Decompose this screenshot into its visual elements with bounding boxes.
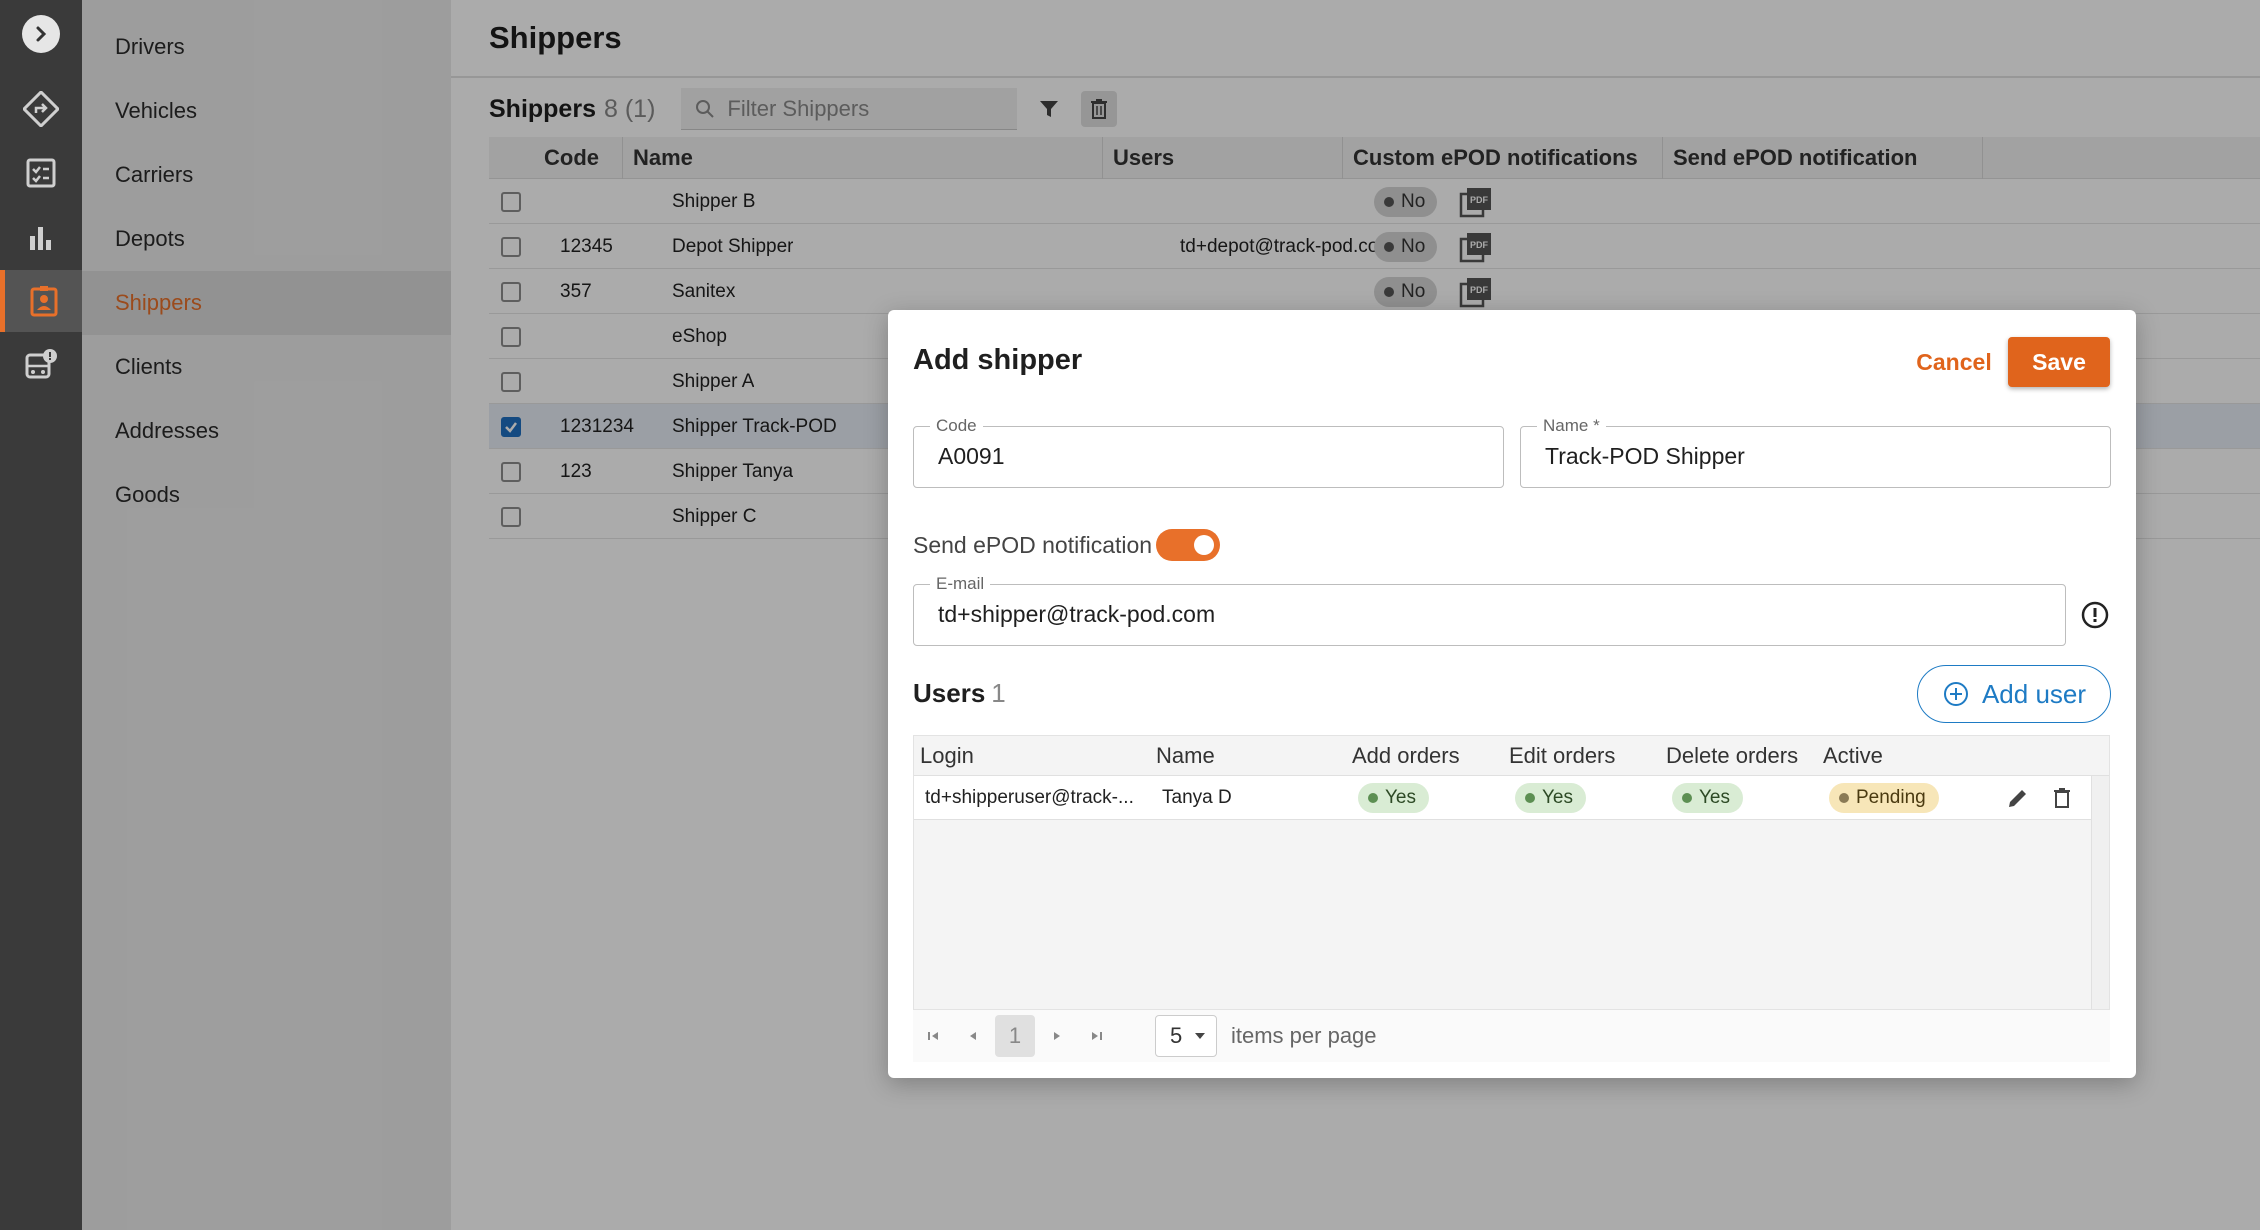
expand-arrow-icon bbox=[22, 15, 60, 53]
name-field: Name * bbox=[1520, 416, 2111, 488]
email-field: E-mail bbox=[913, 574, 2066, 646]
active-status-badge: Pending bbox=[1829, 783, 1939, 813]
column-delete-orders[interactable]: Delete orders bbox=[1666, 736, 1798, 776]
toggle-knob bbox=[1194, 535, 1214, 555]
checklist-icon bbox=[26, 158, 56, 188]
icon-rail bbox=[0, 0, 82, 1230]
prev-page-icon bbox=[970, 1032, 976, 1040]
users-section-title: Users 1 bbox=[913, 678, 1006, 708]
add-shipper-dialog: Add shipper Cancel Save Code Name * Send… bbox=[888, 310, 2136, 1078]
prev-page-button[interactable] bbox=[953, 1016, 993, 1056]
save-button[interactable]: Save bbox=[2008, 337, 2110, 387]
delete-user-button[interactable] bbox=[2052, 776, 2072, 820]
cell-login: td+shipperuser@track-... bbox=[925, 787, 1134, 808]
next-page-icon bbox=[1054, 1032, 1060, 1040]
page-size-select[interactable]: 5 bbox=[1155, 1015, 1217, 1057]
edit-orders-badge: Yes bbox=[1515, 783, 1586, 813]
send-epod-label: Send ePOD notification bbox=[913, 532, 1153, 558]
name-field-label: Name * bbox=[1537, 416, 1606, 436]
user-row[interactable]: td+shipperuser@track-... Tanya D Yes Yes… bbox=[914, 776, 2092, 820]
code-field-label: Code bbox=[930, 416, 983, 436]
rail-routes-button[interactable] bbox=[0, 78, 82, 140]
code-field: Code bbox=[913, 416, 1504, 488]
users-pager: 1 5 items per page bbox=[913, 1010, 2110, 1062]
bus-alert-icon bbox=[25, 349, 57, 379]
expand-sidebar-button[interactable] bbox=[0, 3, 82, 65]
alert-info-icon[interactable] bbox=[2080, 600, 2110, 630]
column-user-name[interactable]: Name bbox=[1156, 736, 1215, 776]
column-edit-orders[interactable]: Edit orders bbox=[1509, 736, 1615, 776]
dialog-title: Add shipper bbox=[913, 344, 1083, 376]
column-add-orders[interactable]: Add orders bbox=[1352, 736, 1460, 776]
routes-icon bbox=[23, 91, 59, 127]
chevron-down-icon bbox=[1195, 1033, 1206, 1039]
add-orders-badge: Yes bbox=[1358, 783, 1429, 813]
last-page-icon bbox=[1092, 1032, 1102, 1040]
page-number[interactable]: 1 bbox=[995, 1015, 1035, 1057]
next-page-button[interactable] bbox=[1037, 1016, 1077, 1056]
last-page-button[interactable] bbox=[1077, 1016, 1117, 1056]
rail-shippers-button[interactable] bbox=[0, 270, 82, 332]
bar-chart-icon bbox=[30, 227, 51, 250]
rail-checklist-button[interactable] bbox=[0, 142, 82, 204]
rail-reports-button[interactable] bbox=[0, 206, 82, 268]
code-input[interactable] bbox=[938, 443, 1487, 470]
column-active[interactable]: Active bbox=[1823, 736, 1883, 776]
name-input[interactable] bbox=[1545, 443, 2094, 470]
rail-fleet-button[interactable] bbox=[0, 334, 82, 396]
column-login[interactable]: Login bbox=[920, 736, 974, 776]
first-page-button[interactable] bbox=[913, 1016, 953, 1056]
users-grid: Login Name Add orders Edit orders Delete… bbox=[913, 735, 2110, 1010]
cancel-button[interactable]: Cancel bbox=[1890, 337, 2018, 387]
add-user-button[interactable]: Add user bbox=[1917, 665, 2111, 723]
trash-icon bbox=[2054, 788, 2070, 808]
plus-circle-icon bbox=[1943, 682, 1968, 706]
delete-orders-badge: Yes bbox=[1672, 783, 1743, 813]
edit-user-button[interactable] bbox=[2006, 776, 2030, 820]
first-page-icon bbox=[928, 1032, 938, 1040]
users-grid-scrollbar[interactable] bbox=[2091, 776, 2109, 1009]
email-field-label: E-mail bbox=[930, 574, 991, 594]
pencil-icon bbox=[2009, 790, 2026, 807]
email-input[interactable] bbox=[938, 601, 2049, 628]
shippers-badge-icon bbox=[30, 286, 57, 317]
send-epod-toggle[interactable] bbox=[1156, 529, 1220, 561]
items-per-page-label: items per page bbox=[1231, 1023, 1377, 1048]
users-grid-header: Login Name Add orders Edit orders Delete… bbox=[914, 736, 2109, 776]
cell-user-name: Tanya D bbox=[1162, 787, 1232, 808]
